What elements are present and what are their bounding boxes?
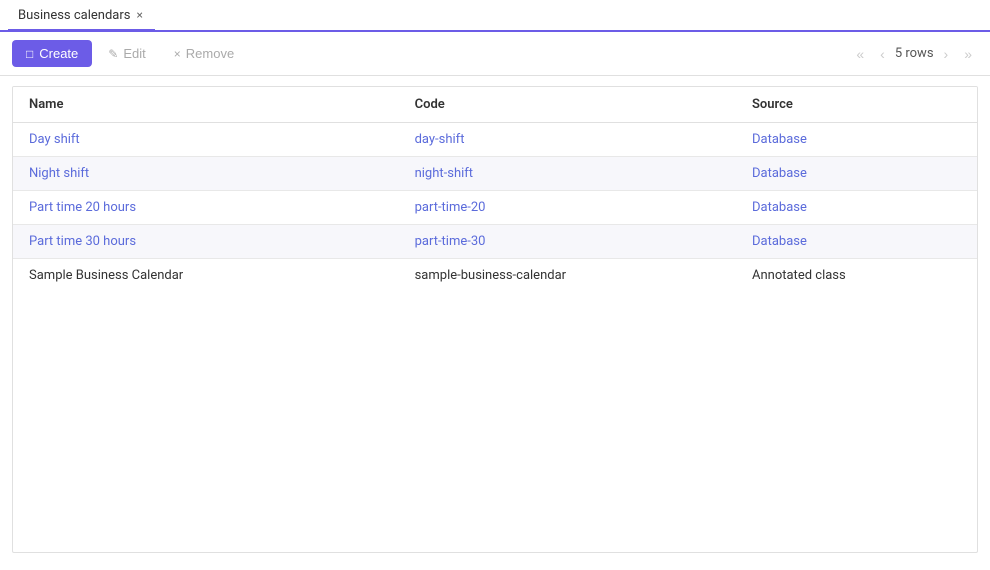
column-header-name: Name — [13, 87, 399, 123]
pag-first-button[interactable]: « — [850, 44, 870, 64]
tab-close-icon[interactable]: × — [136, 9, 142, 21]
rows-count: 5 rows — [895, 46, 934, 61]
cell-source[interactable]: Database — [736, 123, 977, 157]
tab-bar: Business calendars × — [0, 0, 990, 32]
edit-button[interactable]: ✎ Edit — [96, 40, 157, 67]
cell-name[interactable]: Night shift — [13, 157, 399, 191]
pag-last-button[interactable]: » — [958, 44, 978, 64]
code-value[interactable]: night-shift — [415, 166, 473, 181]
create-button[interactable]: □ Create — [12, 40, 92, 67]
edit-label: Edit — [123, 46, 145, 61]
cell-code: sample-business-calendar — [399, 259, 736, 293]
table-body: Day shift day-shift Database Night shift… — [13, 123, 977, 293]
tab-business-calendars[interactable]: Business calendars × — [8, 2, 155, 31]
cell-name[interactable]: Part time 30 hours — [13, 225, 399, 259]
cell-name[interactable]: Day shift — [13, 123, 399, 157]
table-row: Sample Business Calendar sample-business… — [13, 259, 977, 293]
table-row: Night shift night-shift Database — [13, 157, 977, 191]
name-value[interactable]: Part time 30 hours — [29, 234, 136, 249]
name-value[interactable]: Day shift — [29, 132, 80, 147]
code-value[interactable]: part-time-20 — [415, 200, 486, 215]
cell-name[interactable]: Part time 20 hours — [13, 191, 399, 225]
cell-source[interactable]: Database — [736, 157, 977, 191]
table-row: Part time 30 hours part-time-30 Database — [13, 225, 977, 259]
cell-code[interactable]: day-shift — [399, 123, 736, 157]
code-value[interactable]: part-time-30 — [415, 234, 486, 249]
cell-source[interactable]: Database — [736, 191, 977, 225]
pagination: « ‹ 5 rows › » — [850, 44, 978, 64]
cell-source[interactable]: Database — [736, 225, 977, 259]
remove-button[interactable]: × Remove — [162, 40, 246, 67]
pag-prev-button[interactable]: ‹ — [874, 44, 891, 64]
cell-code[interactable]: part-time-20 — [399, 191, 736, 225]
name-value[interactable]: Part time 20 hours — [29, 200, 136, 215]
name-value: Sample Business Calendar — [29, 268, 183, 283]
code-value[interactable]: day-shift — [415, 132, 465, 147]
column-header-code: Code — [399, 87, 736, 123]
source-value[interactable]: Database — [752, 166, 807, 181]
create-label: Create — [39, 46, 78, 61]
table-header-row: Name Code Source — [13, 87, 977, 123]
edit-icon: ✎ — [108, 47, 118, 61]
table-row: Part time 20 hours part-time-20 Database — [13, 191, 977, 225]
data-table: Name Code Source Day shift day-shift Dat… — [13, 87, 977, 292]
tab-label: Business calendars — [18, 8, 130, 23]
source-value[interactable]: Database — [752, 132, 807, 147]
cell-code[interactable]: part-time-30 — [399, 225, 736, 259]
name-value[interactable]: Night shift — [29, 166, 89, 181]
data-table-container: Name Code Source Day shift day-shift Dat… — [12, 86, 978, 553]
table-row: Day shift day-shift Database — [13, 123, 977, 157]
source-value: Annotated class — [752, 268, 846, 283]
remove-label: Remove — [186, 46, 234, 61]
remove-icon: × — [174, 47, 181, 61]
toolbar: □ Create ✎ Edit × Remove « ‹ 5 rows › » — [0, 32, 990, 76]
pag-next-button[interactable]: › — [938, 44, 955, 64]
cell-source: Annotated class — [736, 259, 977, 293]
code-value: sample-business-calendar — [415, 268, 566, 283]
cell-code[interactable]: night-shift — [399, 157, 736, 191]
column-header-source: Source — [736, 87, 977, 123]
create-icon: □ — [26, 47, 33, 61]
source-value[interactable]: Database — [752, 234, 807, 249]
source-value[interactable]: Database — [752, 200, 807, 215]
cell-name: Sample Business Calendar — [13, 259, 399, 293]
empty-area — [13, 292, 977, 552]
